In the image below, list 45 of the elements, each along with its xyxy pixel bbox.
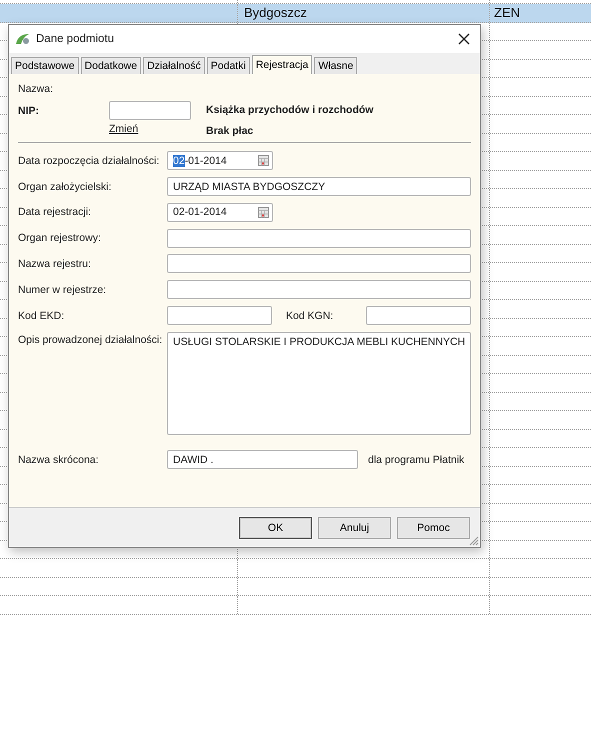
resize-grip-icon[interactable] xyxy=(469,536,479,546)
info-text: Brak płac xyxy=(206,125,254,137)
calendar-icon[interactable] xyxy=(258,155,269,166)
tab[interactable]: Działalność xyxy=(143,57,205,74)
field-label: NIP: xyxy=(18,104,40,117)
field-label: Kod KGN: xyxy=(284,310,334,322)
table-cell: ZEN xyxy=(494,4,520,22)
change-link[interactable]: Zmień xyxy=(109,123,138,135)
field-label: Organ rejestrowy: xyxy=(18,232,102,244)
text-field[interactable] xyxy=(167,228,471,248)
field-label: Nazwa: xyxy=(18,83,54,95)
table-cell: Bydgoszcz xyxy=(244,5,307,20)
info-text: Książka przychodów i rozchodów xyxy=(206,104,374,116)
calendar-icon[interactable] xyxy=(258,206,269,218)
text-field[interactable] xyxy=(167,280,471,300)
tab[interactable]: Własne xyxy=(314,57,358,74)
table-row[interactable]: Bydgoszcz ZEN xyxy=(0,4,591,22)
tab[interactable]: Rejestracja xyxy=(252,55,312,74)
close-button[interactable] xyxy=(456,31,472,47)
text-field[interactable]: URZĄD MIASTA BYDGOSZCZY xyxy=(167,177,471,196)
text-area[interactable]: USŁUGI STOLARSKIE I PRODUKCJA MEBLI KUCHENNYCH xyxy=(167,332,472,435)
date-field[interactable]: 02-01-2014 xyxy=(167,151,273,170)
tab[interactable]: Dodatkowe xyxy=(80,57,142,74)
dialog-button[interactable]: Pomoc xyxy=(397,516,470,538)
text-field[interactable] xyxy=(366,306,471,326)
window-title: Dane podmiotu xyxy=(36,33,114,45)
field-label: Nazwa skrócona: xyxy=(18,454,100,466)
tab[interactable]: Podstawowe xyxy=(11,57,79,74)
field-label: Opis prowadzonej działalności: xyxy=(18,332,164,346)
tab[interactable]: Podatki xyxy=(206,57,250,74)
text-field[interactable]: DAWID . xyxy=(167,450,358,470)
field-label: Data rozpoczęcia działalności: xyxy=(18,154,160,167)
app-logo-icon xyxy=(15,32,31,46)
text-field[interactable] xyxy=(167,306,272,326)
field-label: Nazwa rejestru: xyxy=(18,258,92,270)
field-label: Numer w rejestrze: xyxy=(18,284,108,296)
dialog-button[interactable]: Anuluj xyxy=(318,516,391,538)
field-note: dla programu Płatnik xyxy=(368,454,464,466)
date-field[interactable]: 02-01-2014 xyxy=(167,202,273,222)
dialog-button[interactable]: OK xyxy=(239,516,312,538)
field-label: Organ założycielski: xyxy=(18,180,112,193)
field-label: Data rejestracji: xyxy=(18,206,92,218)
nip-field[interactable] xyxy=(109,101,191,120)
field-label: Kod EKD: xyxy=(18,310,66,322)
text-field[interactable] xyxy=(167,254,471,274)
